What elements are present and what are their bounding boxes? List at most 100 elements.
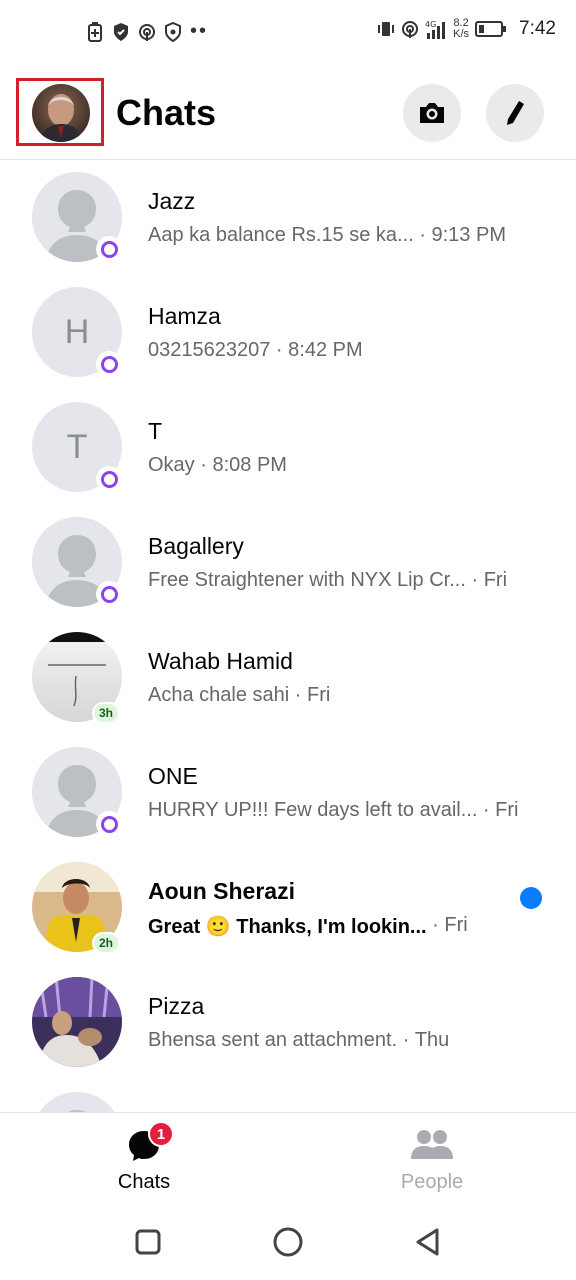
chat-name: Aoun Sherazi	[148, 878, 295, 904]
chat-name: Hamza	[148, 303, 221, 329]
chat-name: Pizza	[148, 993, 205, 1019]
chat-row[interactable]: Bagallery Free Straightener with NYX Lip…	[0, 511, 576, 626]
chat-separator: ·	[477, 799, 496, 821]
chat-time: Fri	[483, 569, 508, 591]
chat-name: T	[148, 418, 163, 444]
active-time-badge: 3h	[92, 702, 121, 724]
system-nav-bar	[0, 1208, 576, 1280]
hotspot-signal-icon	[402, 21, 419, 38]
chat-preview: Bhensa sent an attachment. · Thu	[148, 1029, 544, 1052]
status-bar: •• 4G 8.2 K/s 7:42	[0, 0, 576, 64]
default-avatar-icon	[32, 1092, 122, 1112]
camera-button[interactable]	[403, 84, 461, 142]
more-notifications-icon: ••	[190, 20, 209, 42]
network-speed: 8.2 K/s	[453, 18, 469, 40]
chat-separator: ·	[194, 454, 213, 476]
people-tab-icon-wrap	[409, 1127, 455, 1163]
photo-avatar-group-purple	[32, 977, 122, 1067]
chat-time: 9:13 PM	[431, 224, 506, 246]
status-bar-left: ••	[86, 20, 208, 43]
new-message-button[interactable]	[486, 84, 544, 142]
avatar-letter: H	[64, 312, 90, 351]
network-type-label: 4G	[425, 20, 436, 29]
people-icon	[411, 1130, 453, 1159]
chat-name: Wahab Hamid	[148, 648, 293, 674]
tab-chats[interactable]: 1 Chats	[0, 1113, 288, 1209]
chat-separator: ·	[465, 569, 484, 591]
chats-tab-icon-wrap: 1	[126, 1121, 174, 1163]
camera-icon	[420, 103, 444, 123]
unread-dot	[520, 887, 542, 909]
messenger-badge-icon	[96, 351, 122, 377]
avatar-letter: T	[66, 427, 88, 466]
chat-time: Fri	[444, 914, 468, 936]
chat-preview: HURRY UP!!! Few days left to avail... · …	[148, 799, 544, 822]
battery-icon	[475, 21, 507, 37]
messenger-badge-icon	[96, 581, 122, 607]
chat-name: ONE	[148, 763, 198, 789]
chat-separator: ·	[270, 339, 289, 361]
chat-preview: Aap ka balance Rs.15 se ka... · 9:13 PM	[148, 224, 544, 247]
chat-row[interactable]: ONE HURRY UP!!! Few days left to avail..…	[0, 741, 576, 856]
recents-square-icon[interactable]	[132, 1226, 164, 1258]
chat-separator: ·	[289, 684, 307, 706]
chat-preview: Great 🙂 Thanks, I'm lookin... · Fri	[148, 914, 544, 939]
bottom-tab-bar: 1 Chats People	[0, 1112, 576, 1208]
chat-row-partial[interactable]	[0, 1086, 576, 1112]
chats-notification-badge: 1	[148, 1121, 174, 1147]
chat-avatar[interactable]	[32, 977, 122, 1067]
chat-time: Fri	[495, 799, 519, 821]
home-circle-icon[interactable]	[272, 1226, 304, 1258]
chat-row[interactable]: H Hamza 03215623207 · 8:42 PM	[0, 281, 576, 396]
profile-highlight-box[interactable]	[16, 78, 104, 146]
pencil-icon	[507, 101, 524, 125]
chat-row[interactable]: Jazz Aap ka balance Rs.15 se ka... · 9:1…	[0, 166, 576, 281]
chat-message: Free Straightener with NYX Lip Cr...	[148, 569, 466, 591]
active-time-badge: 2h	[92, 932, 121, 954]
vibrate-icon	[378, 22, 395, 36]
messenger-badge-icon	[96, 811, 122, 837]
chat-message: 03215623207	[148, 339, 271, 361]
chat-time: 8:08 PM	[212, 454, 287, 476]
chat-name: Bagallery	[148, 533, 244, 559]
chat-row[interactable]: T T Okay · 8:08 PM	[0, 396, 576, 511]
profile-photo	[32, 84, 90, 142]
profile-avatar[interactable]	[32, 84, 90, 142]
chat-preview: Acha chale sahi · Fri	[148, 684, 544, 707]
chat-row[interactable]: 2h Aoun Sherazi Great 🙂 Thanks, I'm look…	[0, 856, 576, 971]
tab-people[interactable]: People	[288, 1113, 576, 1209]
chat-message: Aap ka balance Rs.15 se ka...	[148, 224, 414, 246]
chat-message: Bhensa sent an attachment.	[148, 1029, 398, 1051]
messenger-badge-icon	[96, 236, 122, 262]
chat-message: HURRY UP!!! Few days left to avail...	[148, 799, 478, 821]
chat-row[interactable]: Pizza Bhensa sent an attachment. · Thu	[0, 971, 576, 1086]
chat-message: Great 🙂 Thanks, I'm lookin...	[148, 916, 427, 938]
chat-preview: Okay · 8:08 PM	[148, 454, 544, 477]
status-bar-right: 4G 8.2 K/s 7:42	[377, 18, 556, 40]
chat-row[interactable]: 3h Wahab Hamid Acha chale sahi · Fri	[0, 626, 576, 741]
chat-list[interactable]: Jazz Aap ka balance Rs.15 se ka... · 9:1…	[0, 166, 576, 1112]
shield-icon	[114, 22, 128, 41]
chat-time: Thu	[414, 1029, 450, 1051]
hotspot-icon	[139, 23, 155, 41]
chat-message: Okay	[148, 454, 195, 476]
chat-separator: ·	[426, 914, 445, 936]
app-header: Chats	[0, 64, 576, 160]
page-title: Chats	[116, 92, 217, 133]
chat-preview: 03215623207 · 8:42 PM	[148, 339, 544, 362]
chat-name: Jazz	[148, 188, 196, 214]
chat-separator: ·	[397, 1029, 415, 1051]
chat-avatar[interactable]	[32, 1092, 122, 1112]
cell-signal-icon: 4G	[425, 20, 446, 39]
chat-separator: ·	[413, 224, 432, 246]
chat-preview: Free Straightener with NYX Lip Cr... · F…	[148, 569, 544, 592]
messenger-badge-icon	[96, 466, 122, 492]
chat-time: Fri	[306, 684, 331, 706]
security-shield-icon	[165, 21, 181, 42]
back-triangle-icon[interactable]	[412, 1226, 444, 1258]
tab-chats-label: Chats	[117, 1171, 171, 1193]
chat-message: Acha chale sahi	[148, 684, 290, 706]
network-speed-unit: K/s	[453, 28, 470, 40]
tab-people-label: People	[400, 1171, 464, 1193]
status-time: 7:42	[519, 18, 556, 39]
